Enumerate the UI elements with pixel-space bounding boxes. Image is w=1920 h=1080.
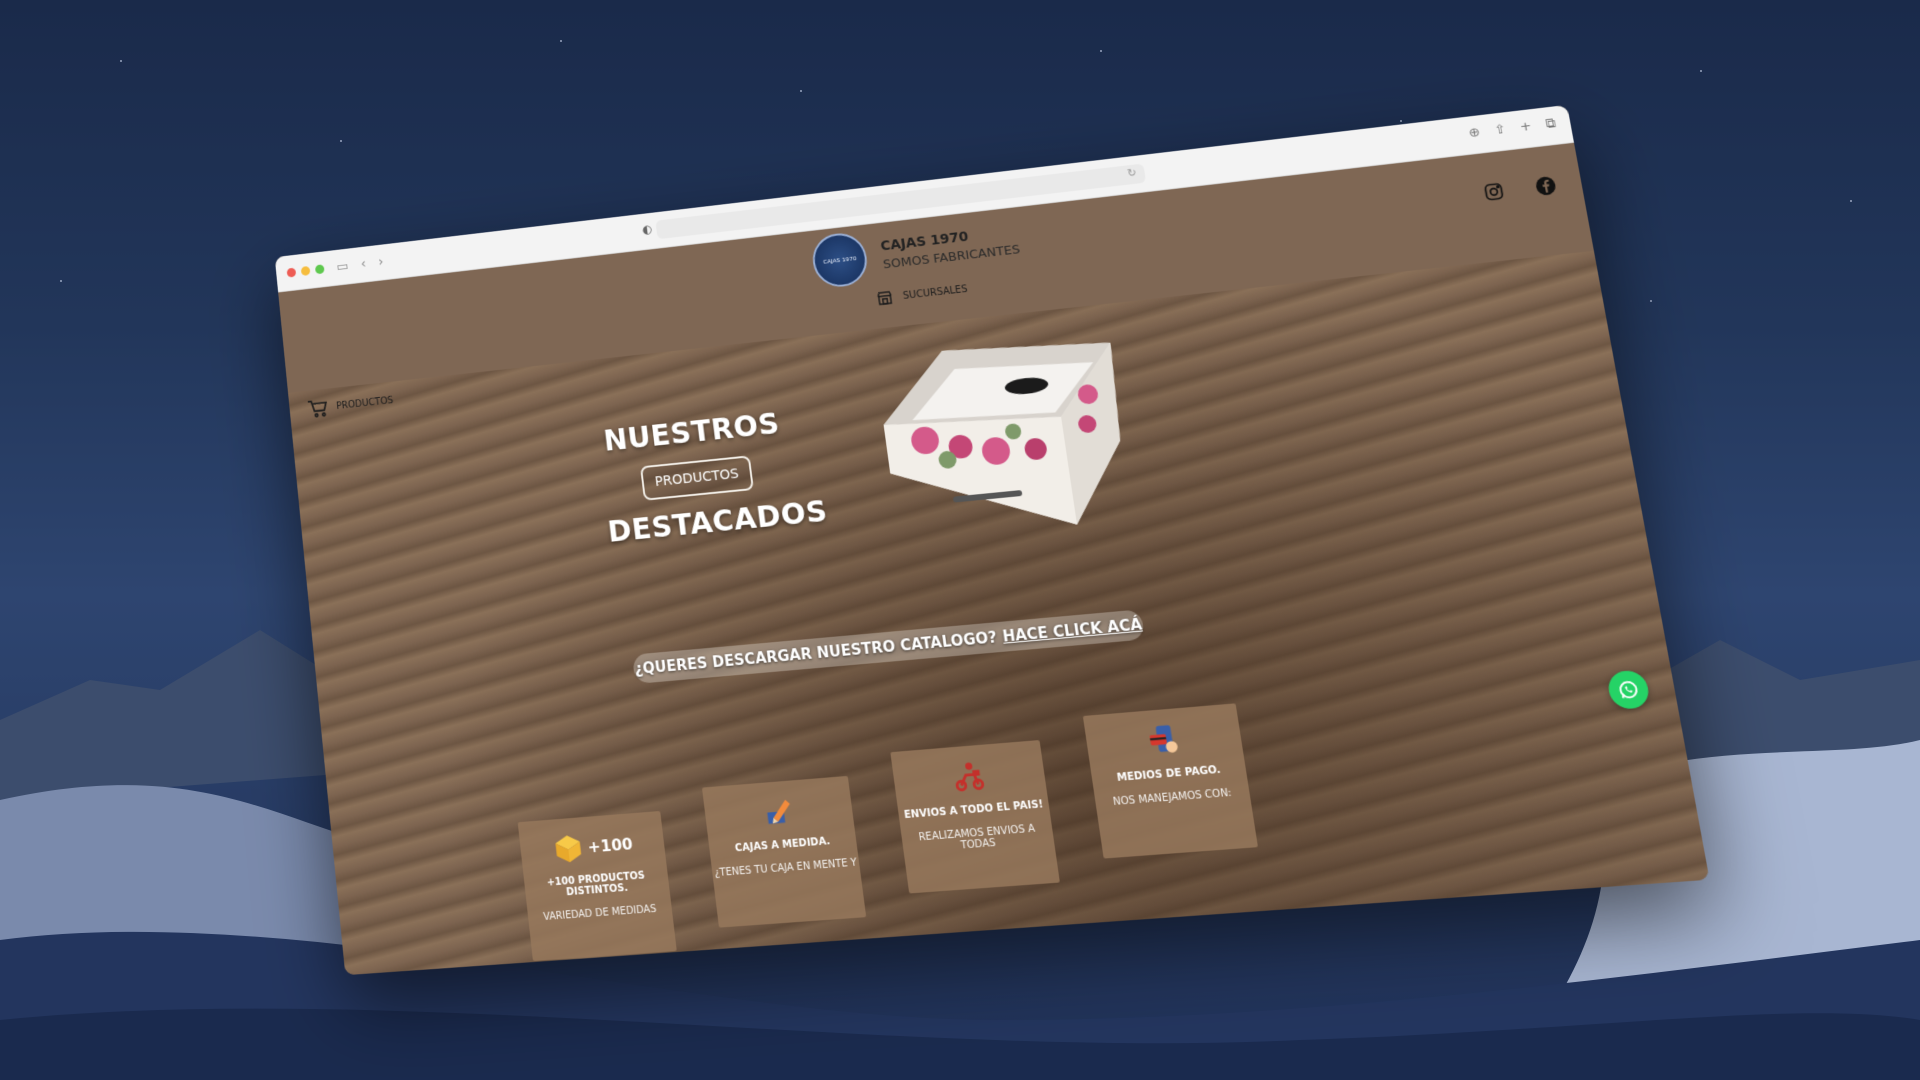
- hero-title-top: NUESTROS: [601, 407, 782, 459]
- feature-card-payment: MEDIOS DE PAGO. NOS MANEJAMOS CON:: [1082, 703, 1259, 859]
- catalog-download-link[interactable]: HACE CLICK ACÁ: [1001, 615, 1143, 645]
- reload-icon[interactable]: ↻: [1127, 166, 1138, 179]
- whatsapp-icon: [1615, 677, 1643, 702]
- nav-productos-label: PRODUCTOS: [335, 395, 394, 412]
- browser-window: ▭ ‹ › ◐ ↻ ⊕ ⇧ + ⧉ CAJAS 1970 CAJAS 1970 …: [274, 104, 1710, 976]
- instagram-icon[interactable]: [1482, 181, 1506, 203]
- feature-card-products: +100 +100 PRODUCTOS DISTINTOS. VARIEDAD …: [517, 810, 677, 962]
- minimize-window-button[interactable]: [300, 265, 311, 277]
- nav-productos[interactable]: PRODUCTOS: [307, 391, 394, 419]
- productos-button[interactable]: PRODUCTOS: [639, 455, 755, 501]
- catalog-question: ¿QUERES DESCARGAR NUESTRO CATALOGO?: [633, 628, 999, 679]
- feature-card-shipping: ENVIOS A TODO EL PAIS! REALIZAMOS ENVIOS…: [890, 740, 1060, 894]
- shield-icon[interactable]: ◐: [642, 222, 653, 236]
- brand-logo[interactable]: CAJAS 1970: [809, 230, 871, 290]
- facebook-icon[interactable]: [1534, 175, 1558, 197]
- payment-icon: [1149, 725, 1179, 754]
- whatsapp-button[interactable]: [1605, 669, 1652, 711]
- hero-heading: NUESTROS PRODUCTOS DESTACADOS: [595, 406, 830, 550]
- feature-subtitle: NOS MANEJAMOS CON:: [1112, 787, 1233, 809]
- features-row: +100 +100 PRODUCTOS DISTINTOS. VARIEDAD …: [513, 703, 1261, 962]
- nav-sucursales[interactable]: SUCURSALES: [875, 280, 969, 307]
- toolbar-actions: ⊕ ⇧ + ⧉: [1468, 116, 1557, 141]
- catalog-banner: ¿QUERES DESCARGAR NUESTRO CATALOGO? HACE…: [631, 609, 1146, 684]
- tabs-overview-icon[interactable]: ⧉: [1545, 116, 1557, 132]
- cart-icon: [307, 398, 329, 419]
- feature-subtitle: VARIEDAD DE MEDIDAS: [542, 903, 657, 924]
- back-icon[interactable]: ‹: [360, 257, 367, 272]
- pencil-icon: [767, 799, 792, 824]
- store-icon: [875, 289, 895, 308]
- featured-product-image: [854, 322, 1147, 543]
- window-controls: [286, 264, 325, 278]
- products-count-badge: +100: [586, 833, 634, 857]
- social-links: [1482, 175, 1558, 203]
- feature-subtitle: ¿TENES TU CAJA EN MENTE Y: [714, 857, 858, 880]
- sidebar-icon[interactable]: ▭: [336, 259, 349, 275]
- feature-title: MEDIOS DE PAGO.: [1116, 764, 1222, 785]
- feature-title: CAJAS A MEDIDA.: [734, 836, 831, 855]
- feature-title: ENVIOS A TODO EL PAIS!: [903, 799, 1044, 822]
- webpage: CAJAS 1970 CAJAS 1970 SOMOS FABRICANTES …: [278, 142, 1710, 976]
- feature-card-custom: CAJAS A MEDIDA. ¿TENES TU CAJA EN MENTE …: [701, 775, 867, 928]
- forward-icon[interactable]: ›: [378, 255, 385, 270]
- new-tab-icon[interactable]: +: [1519, 119, 1533, 135]
- feature-subtitle: REALIZAMOS ENVIOS A TODAS: [917, 823, 1036, 852]
- download-icon[interactable]: ⊕: [1468, 125, 1482, 141]
- close-window-button[interactable]: [286, 267, 297, 278]
- nav-sucursales-label: SUCURSALES: [902, 283, 969, 302]
- maximize-window-button[interactable]: [314, 264, 325, 275]
- hero-title-bottom: DESTACADOS: [606, 494, 830, 550]
- logo-text: CAJAS 1970: [822, 254, 857, 266]
- share-icon[interactable]: ⇧: [1493, 122, 1507, 138]
- feature-title: +100 PRODUCTOS DISTINTOS.: [546, 870, 646, 899]
- box-icon: [554, 834, 582, 864]
- delivery-icon: [949, 762, 988, 795]
